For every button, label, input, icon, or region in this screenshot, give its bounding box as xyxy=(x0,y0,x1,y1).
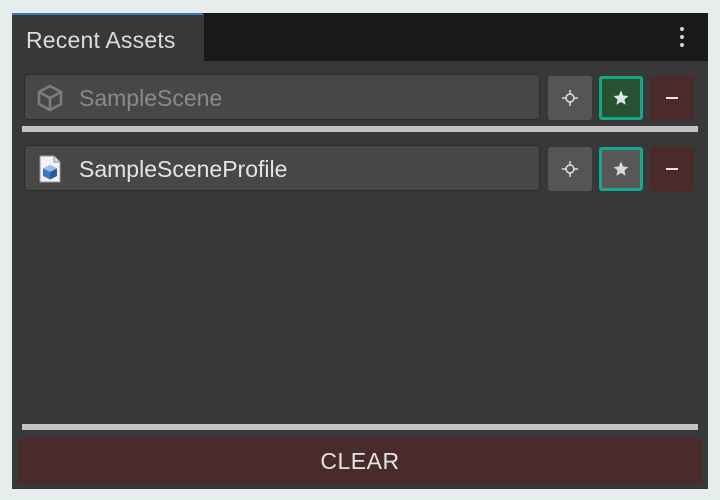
minus-icon xyxy=(666,168,678,170)
crosshair-icon xyxy=(562,90,578,106)
asset-name: SampleSceneProfile xyxy=(79,156,288,182)
row-divider xyxy=(22,126,698,132)
kebab-menu-icon[interactable] xyxy=(678,25,686,49)
favorite-button[interactable] xyxy=(599,147,643,191)
favorite-button[interactable] xyxy=(599,76,643,120)
tab-recent-assets[interactable]: Recent Assets xyxy=(12,13,204,61)
footer-divider xyxy=(22,424,698,430)
ping-button[interactable] xyxy=(548,76,592,120)
tab-bar: Recent Assets xyxy=(12,13,708,61)
clear-button[interactable]: CLEAR xyxy=(18,438,702,484)
asset-row: SampleScene xyxy=(22,74,698,120)
ping-button[interactable] xyxy=(548,147,592,191)
recent-assets-window: Recent Assets SampleScene SampleScenePro… xyxy=(12,13,708,489)
asset-name: SampleScene xyxy=(79,85,223,111)
scriptable-object-icon xyxy=(39,155,61,183)
asset-field[interactable]: SampleSceneProfile xyxy=(24,145,540,191)
unity-scene-icon xyxy=(37,84,63,112)
remove-button[interactable] xyxy=(650,147,694,191)
crosshair-icon xyxy=(562,161,578,177)
minus-icon xyxy=(666,97,678,99)
asset-field[interactable]: SampleScene xyxy=(24,74,540,120)
star-icon xyxy=(613,90,629,105)
remove-button[interactable] xyxy=(650,76,694,120)
tab-label: Recent Assets xyxy=(26,27,176,53)
star-icon xyxy=(613,161,629,176)
asset-row: SampleSceneProfile xyxy=(22,145,698,191)
